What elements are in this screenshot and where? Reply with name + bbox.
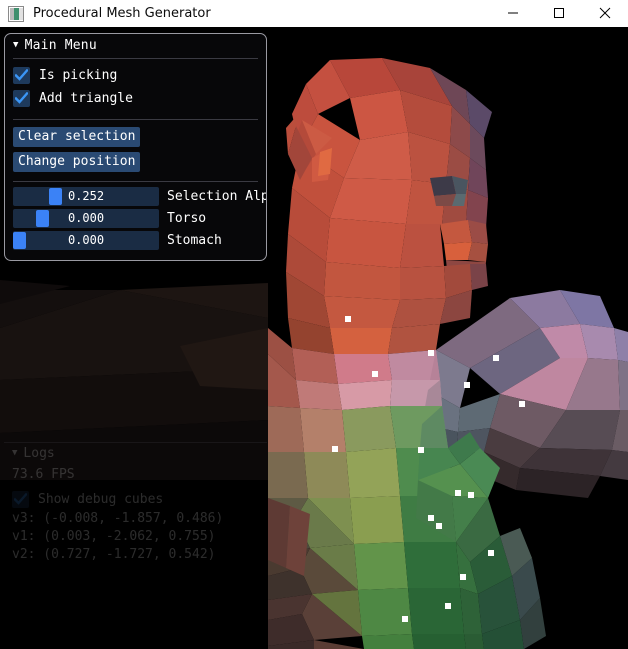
checkbox-row-show-debug-cubes[interactable]: Show debug cubes [12,488,259,510]
fps-counter: 73.6 FPS [12,467,75,482]
label-is-picking: Is picking [39,68,118,83]
window-title: Procedural Mesh Generator [33,6,211,21]
main-menu-header[interactable]: ▼ Main Menu [5,34,266,56]
log-line-v1: v1: (0.003, -2.062, 0.755) [12,529,216,544]
slider-row-torso: 0.000 Torso [13,209,258,228]
slider-handle[interactable] [49,188,62,205]
main-menu-panel: ▼ Main Menu Is picking Add triangle Clea… [4,33,267,261]
main-menu-buttons: Clear selection Change position [5,120,266,179]
chevron-down-icon[interactable]: ▼ [13,40,19,50]
slider-handle[interactable] [36,210,49,227]
minimize-button[interactable] [490,0,536,27]
checkbox-show-debug-cubes[interactable] [12,490,29,508]
slider-selection-alpha[interactable]: 0.252 [13,187,159,206]
log-line-v2: v2: (0.727, -1.727, 0.542) [12,547,216,562]
main-menu-sliders: 0.252 Selection Alpha 0.000 Torso 0.000 … [5,182,266,260]
app-icon [8,5,24,22]
logs-body: 73.6 FPS Show debug cubes v3: (-0.008, -… [4,463,267,564]
slider-label-selection-alpha: Selection Alpha [167,189,266,204]
slider-row-selection-alpha: 0.252 Selection Alpha [13,187,266,206]
checkbox-add-triangle[interactable] [13,90,30,107]
check-icon [15,92,28,104]
label-add-triangle: Add triangle [39,91,133,106]
label-show-debug-cubes: Show debug cubes [38,491,164,507]
slider-stomach[interactable]: 0.000 [13,231,159,250]
slider-torso[interactable]: 0.000 [13,209,159,228]
maximize-button[interactable] [536,0,582,27]
slider-label-stomach: Stomach [167,233,222,248]
window-controls [490,0,628,28]
main-menu-title: Main Menu [24,37,97,53]
slider-handle[interactable] [13,232,26,249]
clear-selection-button[interactable]: Clear selection [13,127,141,147]
logs-header[interactable]: ▼ Logs [4,442,267,463]
logs-title: Logs [23,445,55,461]
slider-value-selection-alpha: 0.252 [67,189,105,203]
log-line-v3: v3: (-0.008, -1.857, 0.486) [12,511,224,526]
change-position-button[interactable]: Change position [13,152,141,172]
mesh-head [286,58,492,354]
close-button[interactable] [582,0,628,27]
checkbox-row-add-triangle[interactable]: Add triangle [13,87,258,110]
slider-row-stomach: 0.000 Stomach [13,231,258,250]
slider-value-stomach: 0.000 [67,233,105,247]
checkbox-row-is-picking[interactable]: Is picking [13,64,258,87]
application-window: Procedural Mesh Generator ▼ Main Menu Is… [0,0,628,649]
slider-value-torso: 0.000 [67,211,105,225]
title-bar: Procedural Mesh Generator [0,0,628,28]
check-icon [14,492,27,505]
main-menu-body: Is picking Add triangle [5,59,266,117]
checkbox-is-picking[interactable] [13,67,30,84]
logs-panel: ▼ Logs 73.6 FPS Show debug cubes v3: (-0… [4,442,267,564]
slider-label-torso: Torso [167,211,207,226]
check-icon [15,69,28,81]
chevron-down-icon[interactable]: ▼ [12,448,17,458]
